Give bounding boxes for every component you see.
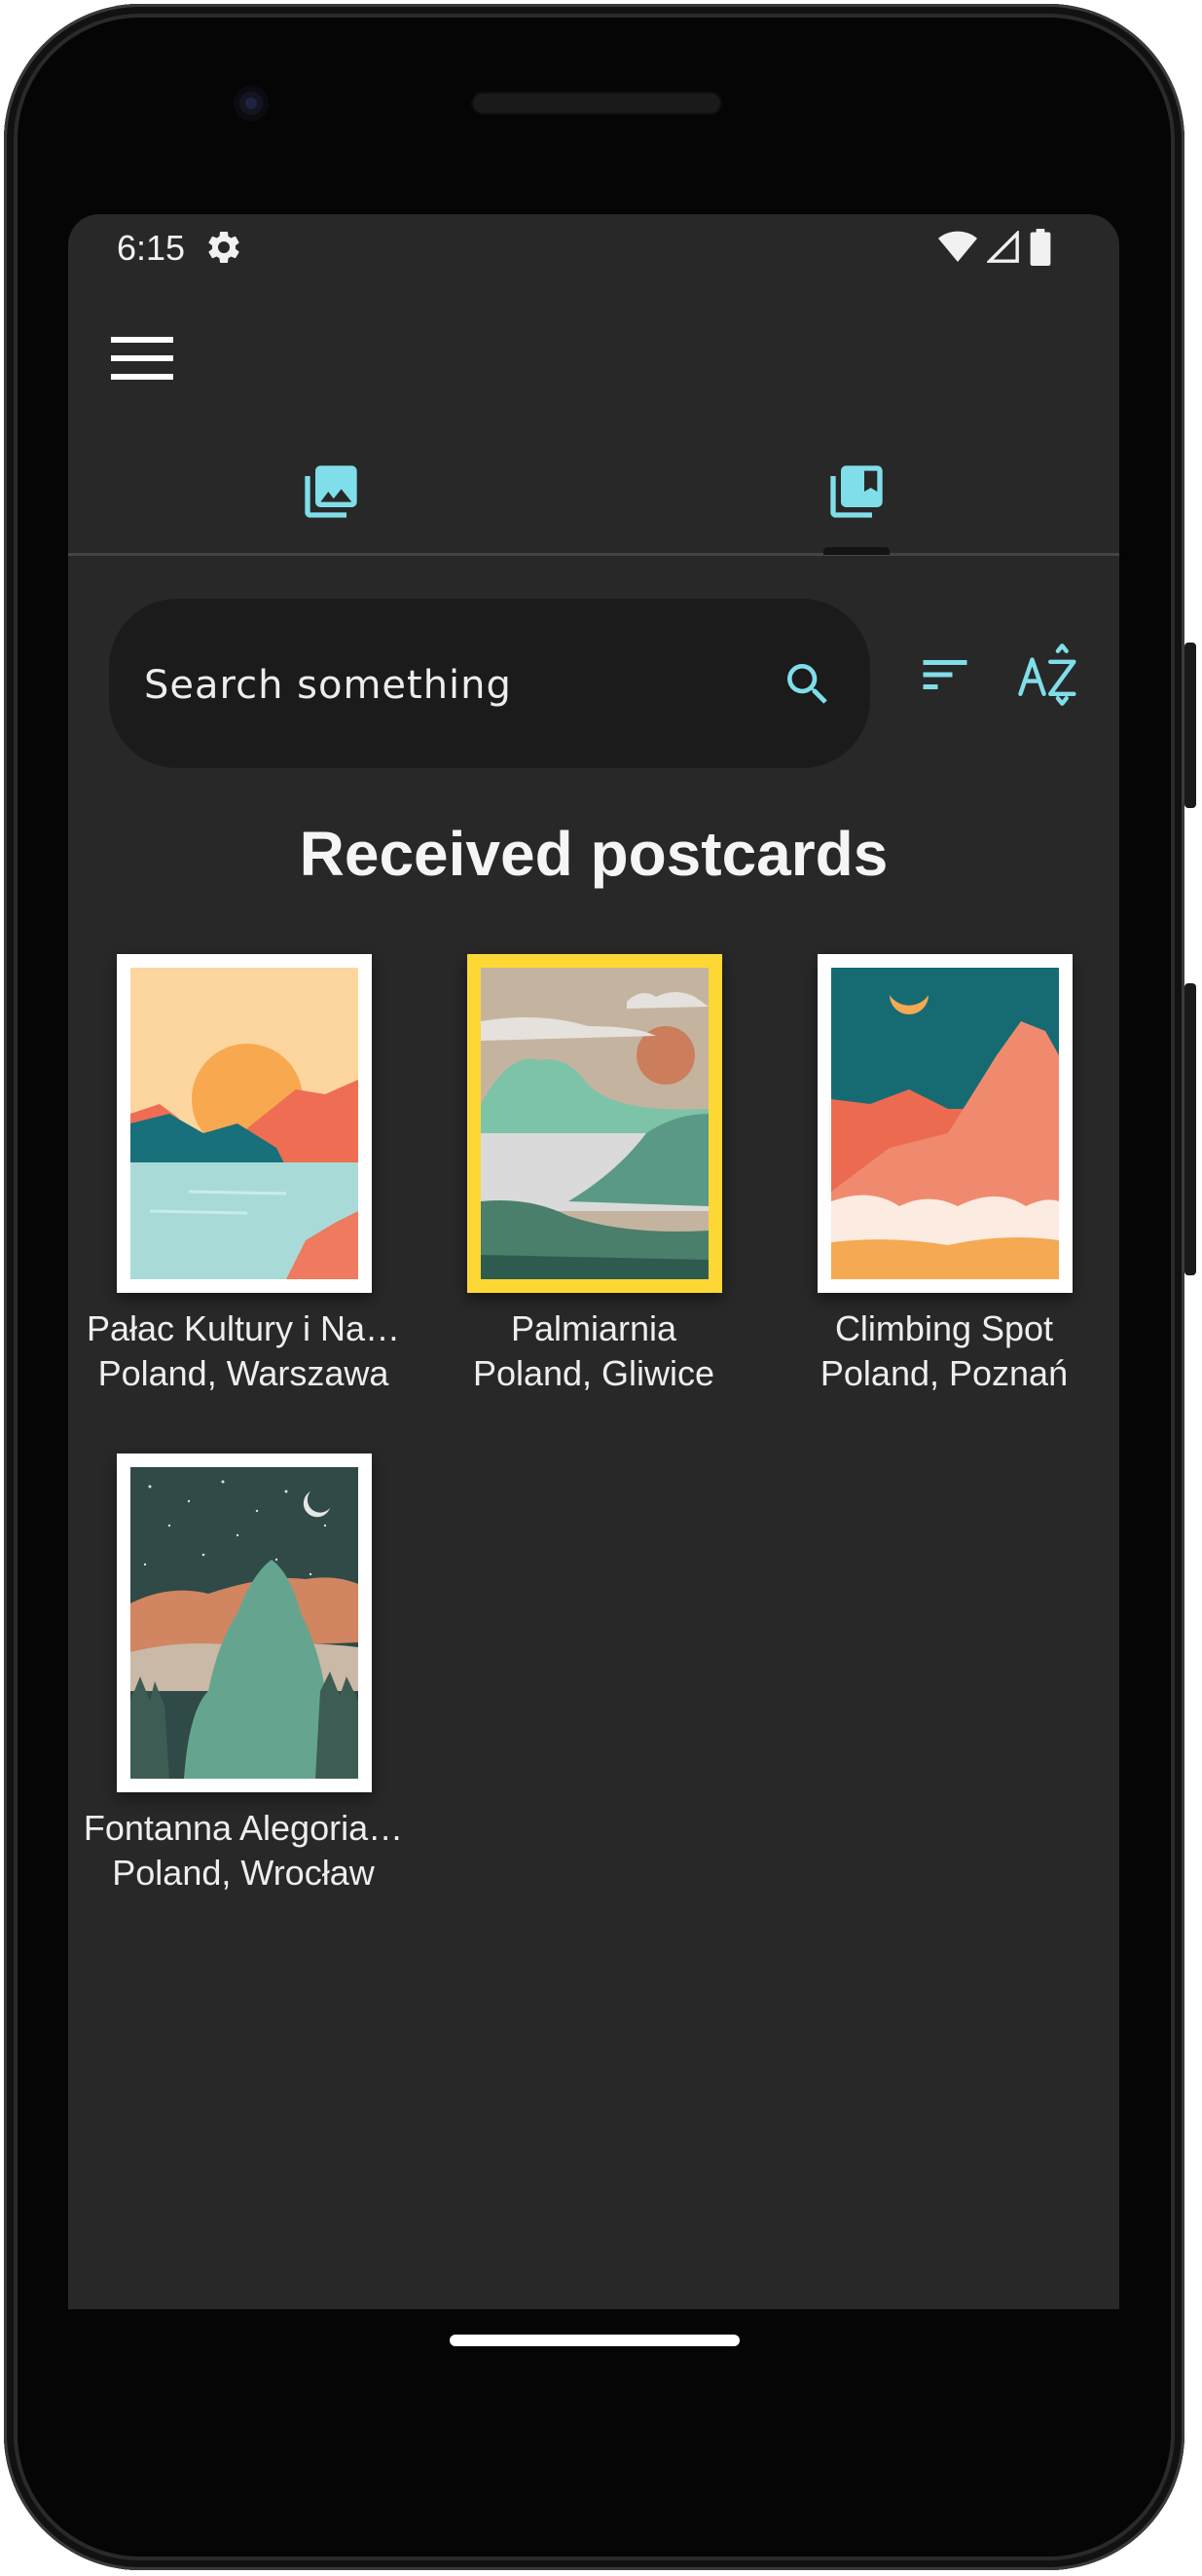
sort-alpha-button[interactable] <box>1014 641 1082 709</box>
search-input[interactable] <box>142 645 749 725</box>
postcard-location: Poland, Wrocław <box>112 1853 375 1893</box>
section-title: Received postcards <box>299 819 889 889</box>
sort-icon <box>923 660 967 689</box>
search-box <box>109 599 870 768</box>
menu-button[interactable] <box>105 321 179 395</box>
gallery-icon <box>305 465 357 518</box>
night-mountain-illustration <box>130 1467 358 1779</box>
signal-icon <box>987 231 1019 263</box>
postcard-item[interactable]: Climbing Spot Poland, Poznań <box>769 954 1119 1393</box>
sort-button[interactable] <box>911 641 979 709</box>
volume-button <box>1184 983 1196 1275</box>
wifi-icon <box>938 231 977 262</box>
postcard-thumbnail <box>117 954 372 1293</box>
mountain-moon-illustration <box>831 968 1059 1279</box>
settings-icon <box>208 231 239 263</box>
status-time: 6:15 <box>117 228 186 268</box>
postcard-location: Poland, Poznań <box>820 1353 1069 1393</box>
device-frame: 6:15 Search something Received postcards… <box>0 0 1202 2576</box>
app-screen: 6:15 Search something Received postcards… <box>68 214 1119 2309</box>
front-camera <box>234 86 269 121</box>
postcard-name: Pałac Kultury i Na… <box>86 1308 401 1348</box>
system-icons <box>938 228 1051 267</box>
tab-collection[interactable] <box>594 438 1119 545</box>
home-indicator[interactable] <box>450 2335 740 2346</box>
battery-icon <box>1030 229 1051 266</box>
tab-bar <box>68 438 1119 547</box>
postcard-name: Fontanna Alegoria… <box>83 1808 404 1848</box>
postcard-item-selected[interactable]: Palmiarnia Poland, Gliwice <box>419 954 769 1393</box>
sort-alpha-icon <box>1018 644 1076 706</box>
postcard-thumbnail <box>818 954 1073 1293</box>
tab-gallery[interactable] <box>68 438 594 545</box>
earpiece-speaker <box>471 92 722 115</box>
misty-lake-illustration <box>481 968 709 1279</box>
postcard-location: Poland, Warszawa <box>97 1353 389 1393</box>
postcard-thumbnail <box>117 1454 372 1792</box>
postcard-name: Climbing Spot <box>834 1308 1054 1348</box>
menu-icon <box>111 337 173 380</box>
sunset-lake-illustration <box>130 968 358 1279</box>
postcard-item[interactable]: Pałac Kultury i Na… Poland, Warszawa <box>68 954 419 1393</box>
search-icon[interactable] <box>781 657 835 712</box>
tab-divider <box>68 553 1119 556</box>
bookmark-collection-icon <box>830 465 883 518</box>
postcard-thumbnail <box>467 954 722 1293</box>
tab-indicator <box>823 547 890 555</box>
postcard-location: Poland, Gliwice <box>472 1353 715 1393</box>
postcard-item[interactable]: Fontanna Alegoria… Poland, Wrocław <box>68 1454 419 1893</box>
postcard-name: Palmiarnia <box>510 1308 677 1348</box>
status-bar: 6:15 <box>68 214 1119 278</box>
power-button <box>1184 643 1196 808</box>
